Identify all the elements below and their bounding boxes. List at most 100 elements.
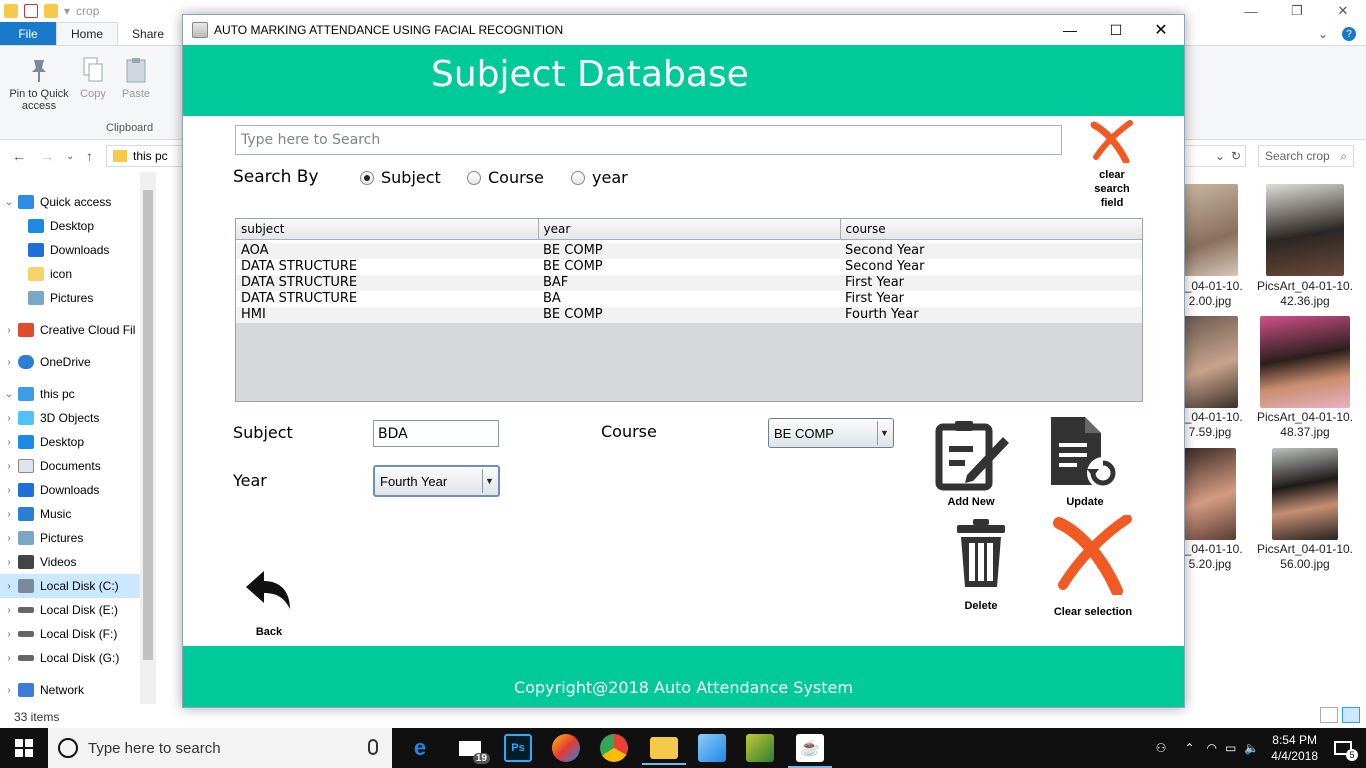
microphone-icon[interactable] [368,739,378,755]
refresh-icon[interactable]: ↻ [1231,149,1241,163]
window-title: AUTO MARKING ATTENDANCE USING FACIAL REC… [214,23,564,37]
minimize-button[interactable]: — [1047,15,1093,45]
up-arrow-icon[interactable]: ↑ [86,148,93,164]
back-arrow-icon[interactable]: ← [12,148,26,164]
tab-share[interactable]: Share [118,22,178,45]
search-input[interactable] [235,125,1062,155]
explorer-close-button[interactable]: ✕ [1320,0,1366,22]
paste-label: Paste [121,88,151,100]
notification-icon[interactable]: 5 [1334,741,1358,761]
nav-creative-cloud[interactable]: › Creative Cloud Fil [0,318,140,342]
nav-local-disk-e[interactable]: › Local Disk (E:) [0,598,140,622]
forward-arrow-icon[interactable]: → [40,148,54,164]
nav-network[interactable]: › Network [0,678,140,702]
address-bar[interactable]: this pc [106,145,184,167]
photoshop-icon[interactable]: Ps [504,734,532,762]
help-icon[interactable]: ? [1342,27,1356,41]
qat-dropdown-icon[interactable]: ▾ [64,4,70,18]
nav-desktop[interactable]: Desktop [0,214,140,238]
nav-local-disk-g[interactable]: › Local Disk (G:) [0,646,140,670]
radio-subject[interactable]: Subject [360,168,441,187]
copy-button[interactable]: Copy [78,56,108,100]
nav-pc-downloads[interactable]: › Downloads [0,478,140,502]
nav-onedrive[interactable]: › OneDrive [0,350,140,374]
address-dropdown-icon[interactable]: ⌄ [1215,149,1225,163]
paint-icon[interactable] [552,734,580,762]
large-icons-view-button[interactable] [1342,707,1360,723]
photo-thumbnail[interactable] [1266,184,1344,276]
details-view-button[interactable] [1320,707,1338,723]
back-button[interactable]: Back [239,569,299,638]
nav-music[interactable]: › Music [0,502,140,526]
nav-pc-desktop[interactable]: › Desktop [0,430,140,454]
chrome-icon[interactable] [600,734,628,762]
photo-thumbnail[interactable] [1184,448,1236,540]
photo-thumbnail[interactable] [1184,184,1238,276]
explorer-restore-button[interactable]: ❐ [1274,0,1320,22]
explorer-search-box[interactable]: Search crop ⌕ [1258,145,1354,167]
course-select[interactable]: BE COMP ▼ [768,418,894,448]
update-button[interactable]: Update [1047,415,1123,508]
nav-icon-folder[interactable]: icon [0,262,140,286]
clear-selection-button[interactable]: Clear selection [1045,514,1141,618]
year-select[interactable]: Fourth Year ▼ [373,465,500,497]
column-header[interactable]: subject [236,219,539,240]
mail-icon[interactable]: 19 [456,734,490,764]
column-header[interactable]: year [538,219,841,240]
battery-icon[interactable]: ▭ [1225,741,1236,755]
nav-local-disk-f[interactable]: › Local Disk (F:) [0,622,140,646]
chevron-up-icon[interactable]: ⌃ [1184,741,1194,755]
3d-box-icon[interactable] [698,734,726,762]
people-icon[interactable]: ⚇ [1156,741,1167,755]
maximize-button[interactable]: ☐ [1093,15,1139,45]
ribbon-expand-icon[interactable]: ⌄ [1318,27,1328,41]
table-row[interactable]: HMI BE COMP Fourth Year [236,307,1142,323]
table-row[interactable]: DATA STRUCTURE BA First Year [236,291,1142,307]
file-explorer-icon[interactable] [642,737,686,765]
nav-label: OneDrive [40,355,91,369]
new-folder-icon[interactable] [44,4,58,18]
chart-app-icon[interactable] [746,734,774,762]
photo-thumbnail[interactable] [1272,448,1338,540]
radio-year[interactable]: year [571,168,628,187]
nav-this-pc[interactable]: ⌄ this pc [0,382,140,406]
paste-button[interactable]: Paste [118,56,154,100]
taskbar-search-box[interactable]: Type here to search [48,728,392,768]
java-icon[interactable]: ☕ [788,734,832,768]
nav-local-disk-c[interactable]: › Local Disk (C:) [0,574,140,598]
table-row[interactable]: DATA STRUCTURE BE COMP Second Year [236,259,1142,275]
tab-home[interactable]: Home [56,22,119,45]
nav-pc-pictures[interactable]: › Pictures [0,526,140,550]
table-row[interactable]: AOA BE COMP Second Year [236,243,1142,259]
close-button[interactable]: ✕ [1138,15,1184,45]
wifi-icon[interactable]: ◠ [1207,741,1217,755]
photo-thumbnail[interactable] [1184,316,1238,408]
volume-icon[interactable]: 🔈 [1244,741,1259,755]
column-header[interactable]: course [840,219,1142,240]
explorer-minimize-button[interactable]: — [1228,0,1274,22]
thumbnail-caption: PicsArt_04-01-10. 42.36.jpg [1255,279,1355,309]
nav-pictures[interactable]: Pictures [0,286,140,310]
subject-field[interactable] [373,420,499,447]
radio-course[interactable]: Course [467,168,544,187]
table-row[interactable]: DATA STRUCTURE BAF First Year [236,275,1142,291]
nav-quick-access[interactable]: ⌄ Quick access [0,190,140,214]
add-new-button[interactable]: Add New [933,419,1009,508]
nav-pane-scrollbar[interactable] [140,172,156,704]
start-button[interactable] [0,728,48,768]
photo-thumbnail[interactable] [1260,316,1350,408]
clear-selection-label: Clear selection [1053,606,1133,618]
clock[interactable]: 8:54 PM 4/4/2018 [1271,732,1318,764]
nav-downloads[interactable]: Downloads [0,238,140,262]
nav-3d-objects[interactable]: › 3D Objects [0,406,140,430]
properties-icon[interactable] [24,4,38,18]
delete-button[interactable]: Delete [941,517,1021,612]
edge-icon[interactable]: e [406,734,434,762]
scrollbar-thumb[interactable] [143,190,153,660]
nav-videos[interactable]: › Videos [0,550,140,574]
pin-to-quick-access-button[interactable]: Pin to Quick access [6,56,72,112]
clear-search-field-button[interactable]: clear search field [1087,119,1137,219]
recent-locations-icon[interactable]: ⌄ [66,151,74,162]
nav-documents[interactable]: › Documents [0,454,140,478]
tab-file[interactable]: File [0,22,56,45]
